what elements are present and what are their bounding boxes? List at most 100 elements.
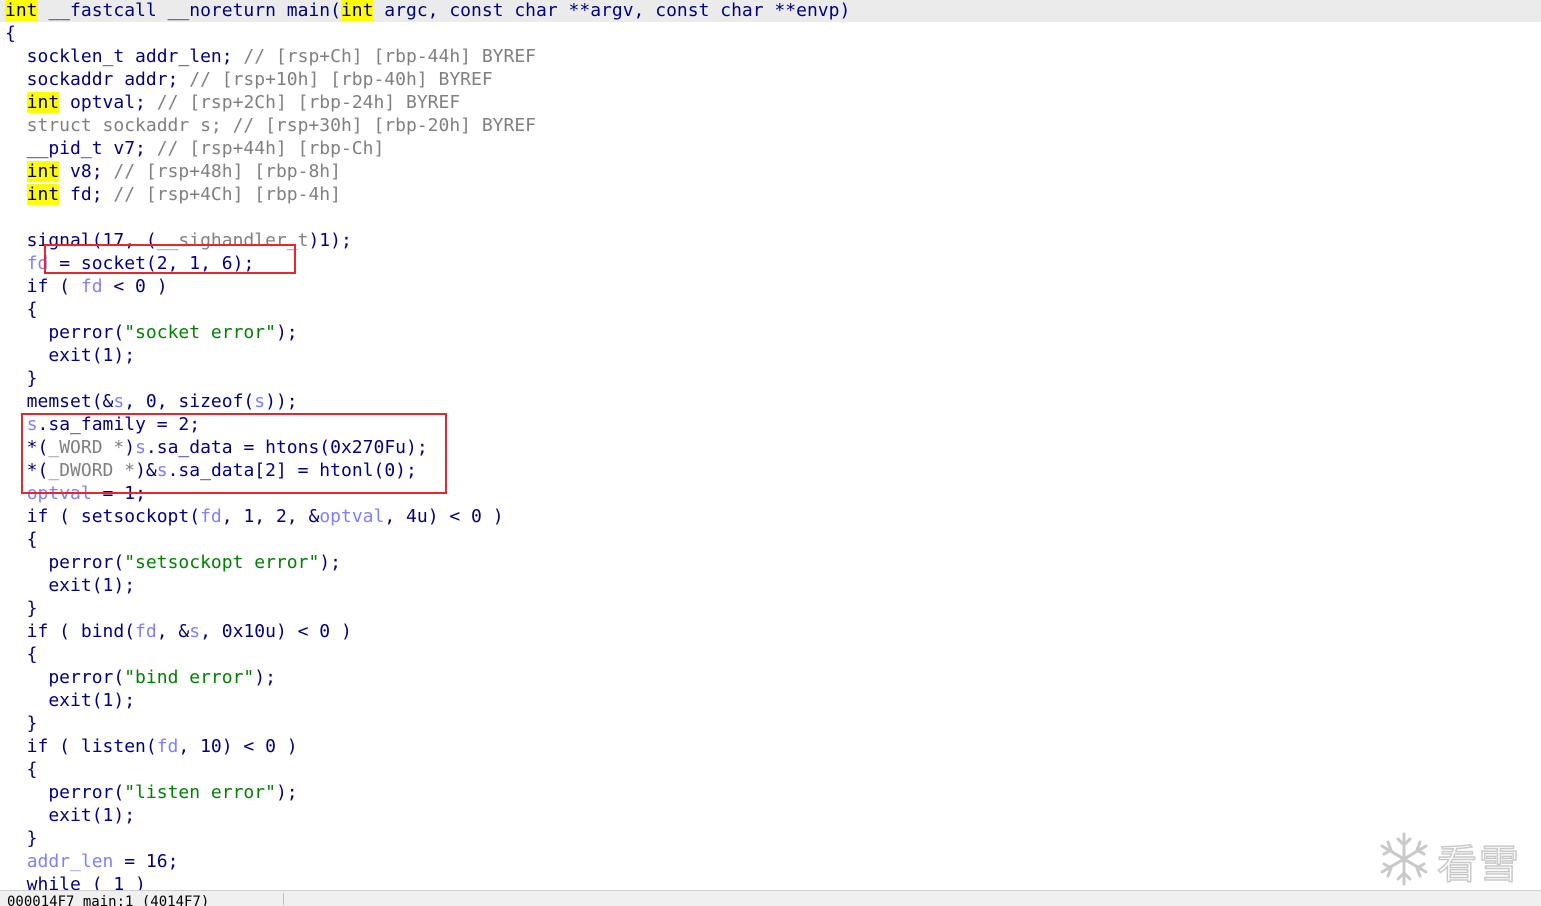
code-token: , & [156,621,190,642]
code-token: exit(1); [5,345,136,366]
code-line[interactable]: sockaddr addr; // [rsp+10h] [rbp-40h] BY… [0,68,493,91]
code-line[interactable]: { [0,758,38,781]
code-line[interactable]: if ( fd < 0 ) [0,275,168,298]
status-separator [283,893,284,905]
code-line[interactable]: int v8; // [rsp+48h] [rbp-8h] [0,160,341,183]
code-token: ); [319,552,341,573]
comment-token: // [rsp+48h] [rbp-8h] [113,161,341,182]
code-token: )); [265,391,298,412]
variable-token[interactable]: optval [319,506,384,527]
code-line[interactable]: socklen_t addr_len; // [rsp+Ch] [rbp-44h… [0,45,536,68]
comment-token: // [rsp+2Ch] [rbp-24h] BYREF [156,92,461,113]
code-token: { [5,644,38,665]
keyword-token: int [26,184,60,205]
code-token: , 0, sizeof( [124,391,255,412]
code-line[interactable]: exit(1); [0,689,135,712]
code-token: { [5,529,38,550]
variable-token[interactable]: fd [81,276,103,297]
variable-token[interactable]: s [189,621,200,642]
variable-token[interactable]: fd [135,621,157,642]
code-token: } [5,368,38,389]
code-line[interactable]: addr_len = 16; [0,850,179,873]
comment-token: // [rsp+10h] [rbp-40h] BYREF [189,69,493,90]
code-line[interactable]: __pid_t v7; // [rsp+44h] [rbp-Ch] [0,137,385,160]
code-line[interactable]: { [0,643,38,666]
status-bar: 000014F7 main:1 (4014F7) [0,890,1541,906]
code-token: { [5,759,38,780]
code-token: socklen_t addr_len; [5,46,244,67]
code-token: memset(& [5,391,114,412]
code-token: exit(1); [5,575,136,596]
string-literal-token: "bind error" [124,667,255,688]
code-token: ); [275,782,298,803]
code-line[interactable]: perror("setsockopt error"); [0,551,341,574]
kanxue-watermark: 看雪 [1375,828,1530,889]
keyword-token: int [340,0,374,21]
snowflake-icon [1380,832,1428,886]
function-signature-line[interactable]: int __fastcall __noreturn main(int argc,… [0,0,1541,22]
variable-token[interactable]: addr_len [27,851,114,872]
code-line[interactable] [0,206,5,229]
code-line[interactable]: exit(1); [0,804,135,827]
keyword-token: int [5,0,38,21]
code-token: fd; [59,184,114,205]
code-token: if ( [5,276,81,297]
code-token: __pid_t v7; [5,138,157,159]
code-line[interactable]: exit(1); [0,574,135,597]
code-token: } [5,828,38,849]
code-line[interactable]: } [0,597,38,620]
code-line[interactable]: } [0,367,38,390]
code-token: ); [254,667,276,688]
code-line[interactable]: } [0,712,38,735]
code-token: { [5,299,38,320]
variable-token[interactable]: fd [200,506,222,527]
code-line[interactable]: int fd; // [rsp+4Ch] [rbp-4h] [0,183,341,206]
code-token: if ( listen( [5,736,157,757]
code-line[interactable]: if ( setsockopt(fd, 1, 2, &optval, 4u) <… [0,505,504,528]
comment-token: // [rsp+Ch] [rbp-44h] BYREF [243,46,537,67]
comment-token: struct sockaddr s; // [rsp+30h] [rbp-20h… [5,115,537,136]
code-token: perror( [5,552,125,573]
code-token: sockaddr addr; [5,69,190,90]
code-token: } [5,598,38,619]
status-address: 000014F7 main:1 (4014F7) [7,894,210,906]
code-token: optval; [59,92,157,113]
code-token: , 4u) < 0 ) [384,506,504,527]
code-token: , 1, 2, & [221,506,320,527]
code-token: __fastcall __noreturn main( [37,0,341,21]
variable-token[interactable]: fd [157,736,179,757]
code-token: < 0 ) [102,276,168,297]
code-line[interactable]: struct sockaddr s; // [rsp+30h] [rbp-20h… [0,114,536,137]
code-token: if ( bind( [5,621,136,642]
code-line[interactable]: { [0,22,16,45]
string-literal-token: "listen error" [124,782,276,803]
code-line[interactable]: if ( listen(fd, 10) < 0 ) [0,735,298,758]
code-token: argc, const char **argv, const char **en… [373,0,851,21]
socket-call-highlight [44,244,296,274]
code-token: perror( [5,782,125,803]
code-token: exit(1); [5,690,136,711]
code-line[interactable]: perror("bind error"); [0,666,276,689]
code-line[interactable]: exit(1); [0,344,135,367]
code-token: , 10) < 0 ) [178,736,298,757]
code-line[interactable]: } [0,827,38,850]
code-token: } [5,713,38,734]
code-token: if ( setsockopt( [5,506,201,527]
code-line[interactable]: memset(&s, 0, sizeof(s)); [0,390,298,413]
code-line[interactable]: perror("listen error"); [0,781,298,804]
code-line[interactable]: if ( bind(fd, &s, 0x10u) < 0 ) [0,620,352,643]
variable-token[interactable]: s [254,391,265,412]
keyword-token: int [26,161,60,182]
comment-token: // [rsp+44h] [rbp-Ch] [156,138,385,159]
code-token: , 0x10u) < 0 ) [200,621,352,642]
variable-token[interactable]: s [113,391,124,412]
code-line[interactable]: { [0,528,38,551]
code-line[interactable]: int optval; // [rsp+2Ch] [rbp-24h] BYREF [0,91,460,114]
code-line[interactable]: perror("socket error"); [0,321,297,344]
string-literal-token: "setsockopt error" [124,552,320,573]
code-line[interactable]: { [0,298,38,321]
